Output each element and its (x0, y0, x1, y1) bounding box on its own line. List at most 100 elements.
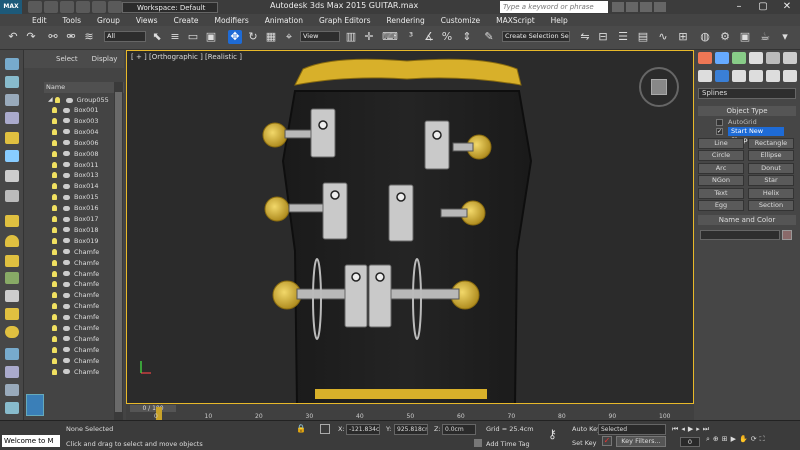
object-type-rollout-header[interactable]: Object Type (698, 106, 796, 116)
workspace-dropdown[interactable]: Workspace: Default (122, 2, 218, 13)
light-bulb-icon[interactable] (52, 194, 57, 201)
menu-customize[interactable]: Customize (441, 16, 480, 25)
menu-maxscript[interactable]: MAXScript (496, 16, 535, 25)
auto-key-button[interactable]: Auto Key (572, 425, 601, 433)
bind-space-warp-icon[interactable]: ≋ (82, 30, 96, 44)
percent-snap-icon[interactable]: % (440, 30, 454, 44)
object-type-button[interactable]: Line (698, 138, 744, 149)
tree-row[interactable]: Box006 (52, 138, 99, 148)
light-bulb-icon[interactable] (52, 161, 57, 168)
object-type-button[interactable]: NGon (698, 175, 744, 187)
selection-icon[interactable] (5, 76, 19, 88)
x-coordinate-field[interactable]: -121.834cm (346, 424, 380, 435)
tab-select[interactable]: Select (56, 55, 78, 63)
maximize-viewport-icon[interactable]: ⛶ (760, 435, 765, 444)
tree-group-row[interactable]: ◢ Group055 (48, 95, 109, 105)
light-bulb-icon[interactable] (52, 357, 57, 364)
select-and-rotate-icon[interactable]: ↻ (246, 30, 260, 44)
key-mode-selected-dropdown[interactable]: Selected (598, 424, 666, 435)
menu-help[interactable]: Help (551, 16, 568, 25)
time-slider-frame-label[interactable]: 0 / 100 (130, 405, 176, 412)
object-type-button[interactable]: Circle (698, 150, 744, 162)
create-tab-icon[interactable] (698, 52, 712, 64)
current-frame-field[interactable]: 0 (680, 437, 700, 447)
angle-snap-icon[interactable]: ∡ (422, 30, 436, 44)
menu-edit[interactable]: Edit (32, 16, 47, 25)
xref-filter-icon[interactable] (5, 402, 19, 414)
scene-explorer-icon[interactable] (5, 58, 19, 70)
light-bulb-icon[interactable] (52, 150, 57, 157)
window-crossing-icon[interactable]: ▣ (204, 30, 218, 44)
viewcube[interactable] (639, 67, 679, 107)
torus-filter-icon[interactable] (5, 308, 19, 320)
object-name-field[interactable] (700, 230, 780, 240)
box-filter-icon[interactable] (5, 215, 19, 227)
expand-arrow-icon[interactable]: ◢ (48, 95, 53, 105)
reference-coordinate-dropdown[interactable]: View (300, 31, 340, 42)
redo-icon[interactable]: ↷ (24, 30, 38, 44)
minimize-button[interactable]: – (728, 0, 750, 14)
object-color-swatch[interactable] (782, 230, 792, 240)
object-type-button[interactable]: Donut (748, 162, 794, 174)
cameras-icon[interactable] (749, 70, 763, 82)
spinner-snap-icon[interactable]: ⇕ (460, 30, 474, 44)
snaps-toggle-icon[interactable]: ³ (404, 30, 418, 44)
maximize-button[interactable]: ▢ (752, 0, 774, 14)
open-file-icon[interactable] (44, 1, 58, 13)
tree-row[interactable]: Chamfe (52, 345, 99, 355)
pan-icon[interactable]: ✋ (739, 435, 748, 444)
mirror-icon[interactable]: ⇋ (578, 30, 592, 44)
rendered-frame-window-icon[interactable]: ▣ (738, 30, 752, 44)
orbit-icon[interactable]: ⟳ (751, 435, 757, 444)
start-new-shape-button[interactable]: Start New Shape (728, 127, 784, 144)
tree-row[interactable]: Box003 (52, 116, 99, 126)
key-icon[interactable]: ⚷ (548, 427, 557, 441)
play-icon[interactable]: ▶ (688, 425, 693, 434)
menu-modifiers[interactable]: Modifiers (215, 16, 249, 25)
select-and-scale-icon[interactable]: ▦ (264, 30, 278, 44)
previous-frame-icon[interactable]: ◂ (681, 425, 685, 434)
light-bulb-icon[interactable] (52, 237, 57, 244)
display-icon[interactable] (5, 94, 19, 106)
render-setup-icon[interactable]: ⚙ (718, 30, 732, 44)
material-editor-icon[interactable]: ◍ (698, 30, 712, 44)
light-bulb-icon[interactable] (52, 292, 57, 299)
tree-row[interactable]: Box013 (52, 170, 99, 180)
viewcube-face[interactable] (651, 79, 667, 95)
new-file-icon[interactable] (28, 1, 42, 13)
light-bulb-icon[interactable] (52, 107, 57, 113)
select-and-link-icon[interactable]: ⚯ (46, 30, 60, 44)
rectangular-selection-icon[interactable]: ▭ (186, 30, 200, 44)
absolute-mode-icon[interactable] (320, 424, 330, 434)
add-time-tag-button[interactable]: Add Time Tag (486, 440, 530, 448)
hierarchy-tab-icon[interactable] (732, 52, 746, 64)
container-filter-icon[interactable] (5, 384, 19, 396)
light-bulb-icon[interactable] (54, 97, 60, 103)
cylinder-filter-icon[interactable] (5, 255, 19, 267)
spacewarps-cp-icon[interactable] (783, 70, 797, 82)
helpers-icon[interactable] (5, 170, 19, 182)
tree-row[interactable]: Chamfe (52, 334, 99, 344)
goto-end-icon[interactable]: ⏭ (703, 425, 709, 434)
menu-group[interactable]: Group (97, 16, 120, 25)
tree-row[interactable]: Chamfe (52, 312, 99, 322)
tree-row[interactable]: Box001 (52, 105, 99, 115)
column-header-name[interactable]: Name (44, 82, 124, 93)
tree-row[interactable]: Chamfe (52, 269, 99, 279)
tree-row[interactable]: Box019 (52, 236, 99, 246)
undo-icon[interactable]: ↶ (6, 30, 20, 44)
select-and-move-icon[interactable]: ✥ (228, 30, 242, 44)
tree-row[interactable]: Box016 (52, 203, 99, 213)
bone-filter-icon[interactable] (5, 366, 19, 378)
name-and-color-rollout-header[interactable]: Name and Color (698, 215, 796, 225)
tree-row[interactable]: Chamfe (52, 247, 99, 257)
lights-icon[interactable] (732, 70, 746, 82)
app-logo[interactable]: MAX (0, 0, 22, 14)
named-selection-set-dropdown[interactable]: Create Selection Se (502, 31, 570, 42)
light-bulb-icon[interactable] (52, 303, 57, 310)
goto-start-icon[interactable]: ⏮ (672, 425, 678, 434)
subscription-center-icon[interactable] (626, 2, 638, 12)
light-icon[interactable] (5, 132, 19, 144)
unlink-icon[interactable]: ⚮ (64, 30, 78, 44)
redo-icon[interactable] (92, 1, 106, 13)
